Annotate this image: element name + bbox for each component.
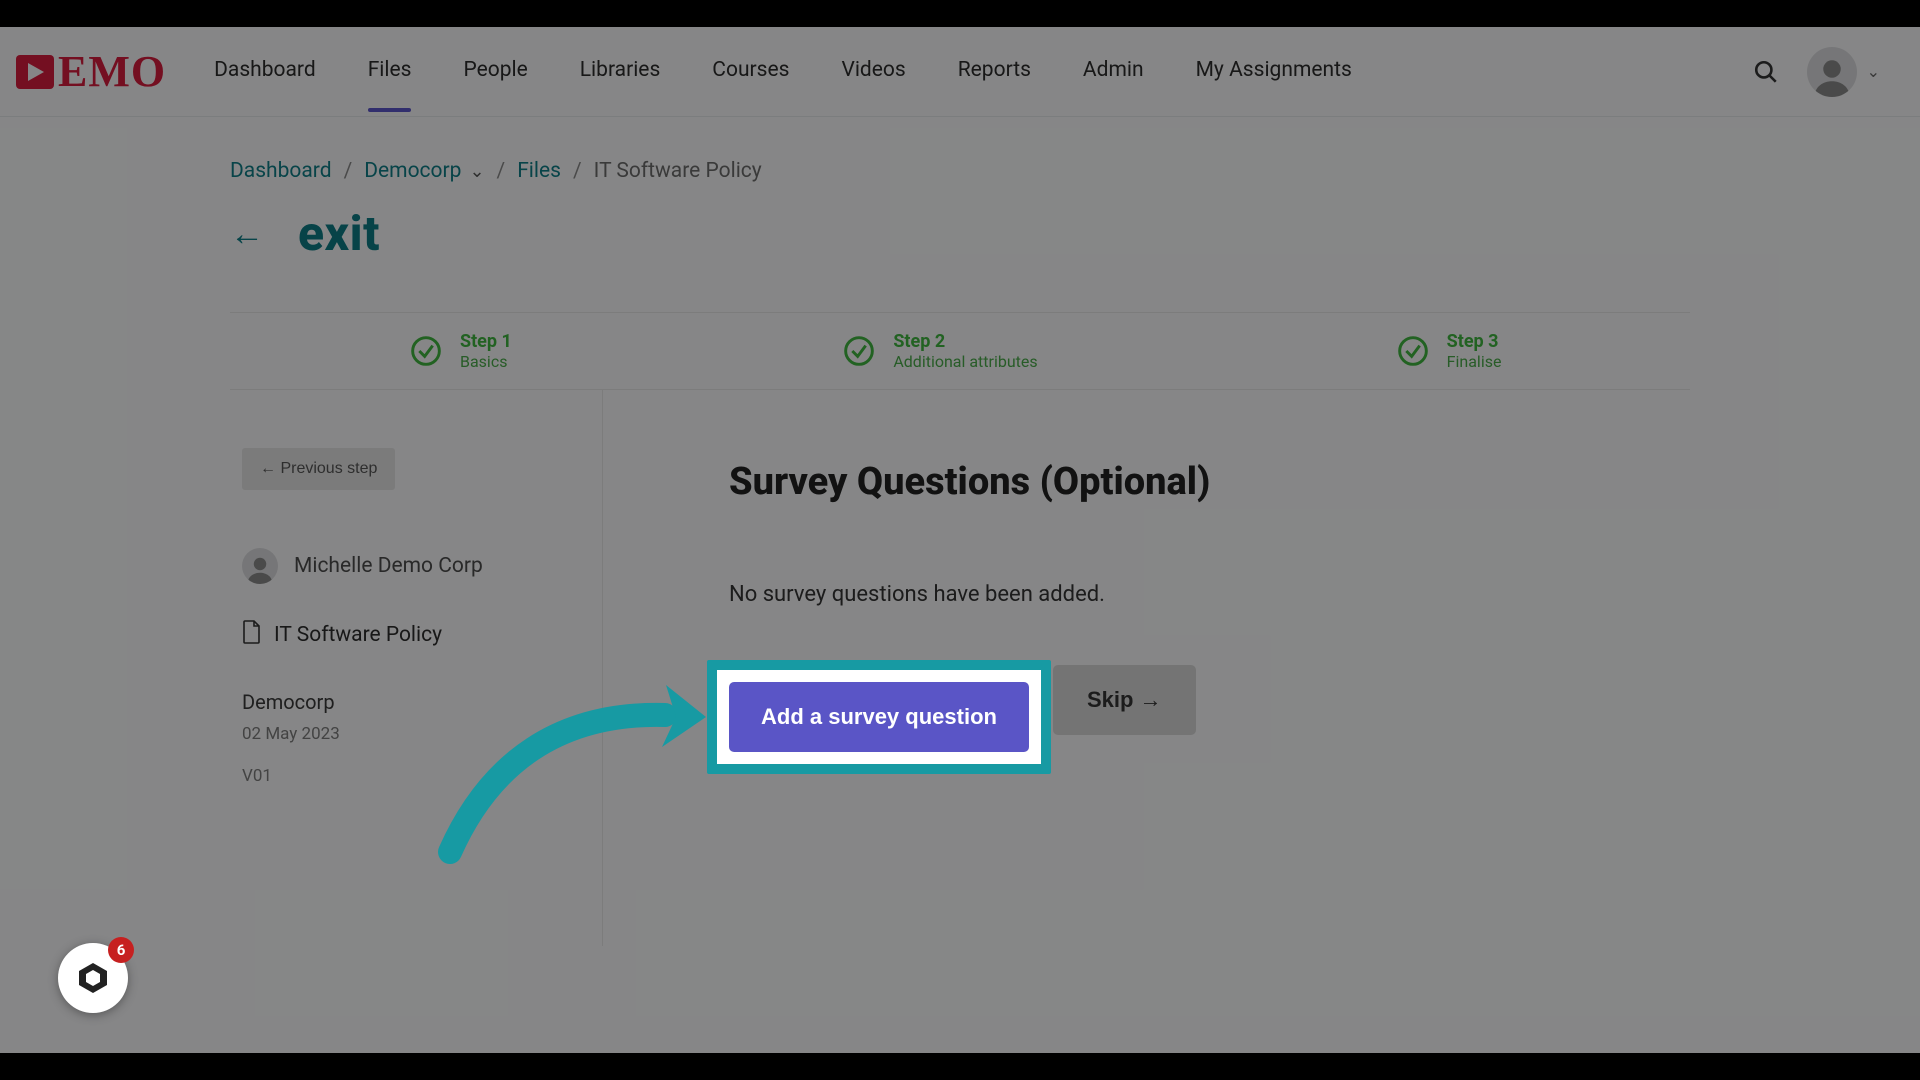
document-version: V01 [242,766,572,786]
step-title: Step 2 [893,331,1037,352]
nav-courses[interactable]: Courses [712,58,789,86]
step-indicator: Step 1 Basics Step 2 Additional attribut… [230,312,1690,390]
check-circle-icon [1397,335,1429,367]
org-name: Democorp [242,690,572,714]
chevron-down-icon: ⌄ [1867,62,1880,81]
notification-badge: 6 [108,937,134,963]
nav-videos[interactable]: Videos [841,58,905,86]
nav-people[interactable]: People [463,58,527,86]
side-panel: ← Previous step Michelle Demo Corp IT So… [230,390,603,946]
skip-button[interactable]: Skip → [1053,665,1196,735]
check-circle-icon [843,335,875,367]
step-1[interactable]: Step 1 Basics [230,331,703,371]
crumb-separator: / [344,159,353,183]
nav-libraries[interactable]: Libraries [580,58,661,86]
page-title: Survey Questions (Optional) [729,460,1690,504]
back-arrow-icon[interactable]: ← [230,214,264,254]
nav-admin[interactable]: Admin [1083,58,1144,86]
crumb-files[interactable]: Files [517,159,561,183]
step-2[interactable]: Step 2 Additional attributes [703,331,1136,371]
step-title: Step 1 [460,331,512,352]
nav-reports[interactable]: Reports [958,58,1031,86]
help-widget-button[interactable]: 6 [58,943,128,1013]
avatar-icon [1807,47,1857,97]
app-header: EMO Dashboard Files People Libraries Cou… [0,27,1920,117]
check-circle-icon [410,335,442,367]
crumb-separator: / [497,159,506,183]
step-subtitle: Basics [460,352,512,371]
step-3[interactable]: Step 3 Finalise [1137,331,1690,371]
breadcrumb: Dashboard / Democorp ⌄ / Files / IT Soft… [230,159,1690,183]
exit-button[interactable]: exit [298,205,380,262]
step-subtitle: Additional attributes [893,352,1037,371]
search-icon[interactable] [1753,59,1779,85]
previous-step-button[interactable]: ← Previous step [242,448,395,490]
user-menu[interactable]: ⌄ [1807,47,1880,97]
step-title: Step 3 [1447,331,1502,352]
document-date: 02 May 2023 [242,724,572,744]
nav-files[interactable]: Files [368,58,412,86]
main-panel: Survey Questions (Optional) No survey qu… [603,390,1690,946]
crumb-current: IT Software Policy [594,159,762,183]
chevron-down-icon[interactable]: ⌄ [469,161,484,182]
crumb-dashboard[interactable]: Dashboard [230,159,332,183]
document-title: IT Software Policy [274,623,442,647]
nav-dashboard[interactable]: Dashboard [214,58,316,86]
user-name: Michelle Demo Corp [294,554,483,578]
user-avatar-icon [242,548,278,584]
add-survey-question-button[interactable]: Add a survey question [729,682,1029,752]
empty-state-text: No survey questions have been added. [729,582,1690,607]
step-subtitle: Finalise [1447,352,1502,371]
logo[interactable]: EMO [14,46,214,97]
document-icon [242,620,262,650]
main-nav: Dashboard Files People Libraries Courses… [214,58,1352,86]
nav-my-assignments[interactable]: My Assignments [1196,58,1352,86]
crumb-separator: / [573,159,582,183]
crumb-democorp[interactable]: Democorp [364,159,461,183]
